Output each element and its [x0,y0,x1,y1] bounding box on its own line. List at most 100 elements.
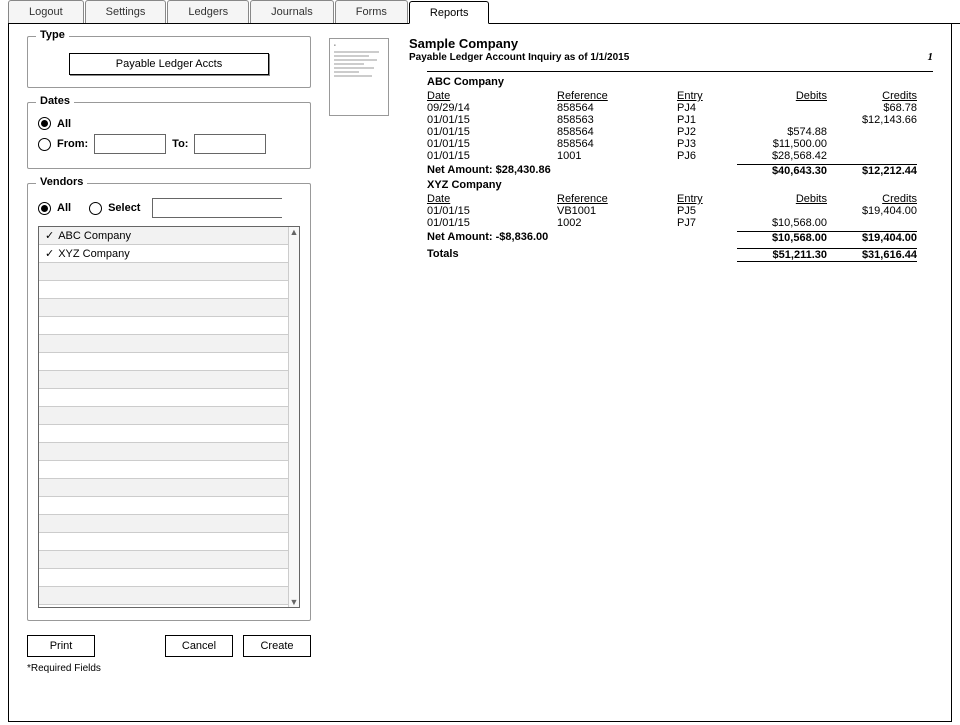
cell-entry: PJ1 [677,114,737,126]
cell-reference: 1001 [557,150,677,162]
vendor-row-empty [39,263,299,281]
col-date-header: Date [427,193,557,205]
tab-journals[interactable]: Journals [250,0,334,23]
vendor-row-empty [39,443,299,461]
cell-date: 01/01/15 [427,150,557,162]
report-net-row: Net Amount: -$8,836.00$10,568.00$19,404.… [427,231,933,244]
vendors-group: Vendors All Select ✓ABC Company✓XYZ Comp… [27,183,311,621]
tab-forms[interactable]: Forms [335,0,408,23]
create-button[interactable]: Create [243,635,311,657]
col-date-header: Date [427,90,557,102]
vendor-row[interactable]: ✓ XYZ Company [39,245,299,263]
dates-group: Dates All From: To: [27,102,311,169]
vendor-list[interactable]: ✓ ABC Company ✓ XYZ Company ▲ ▼ [38,226,300,608]
vendor-list-scrollbar[interactable]: ▲ ▼ [288,227,299,607]
col-entry-header: Entry [677,90,737,102]
net-label: Net Amount: $28,430.86 [427,164,737,177]
dates-from-label: From: [57,138,88,150]
vendor-row-empty [39,515,299,533]
cell-credits [827,150,917,162]
tab-settings[interactable]: Settings [85,0,167,23]
vendors-all-radio[interactable] [38,202,51,215]
dates-all-label: All [57,118,71,130]
vendor-name: XYZ Company [58,248,130,260]
report-column-headers: DateReferenceEntryDebitsCredits [427,193,933,205]
vendors-select-radio[interactable] [89,202,102,215]
report-company-title: Sample Company [409,36,933,51]
cell-debits: $28,568.42 [737,150,827,162]
net-label: Net Amount: -$8,836.00 [427,231,737,244]
vendor-name: ABC Company [58,230,131,242]
vendors-group-title: Vendors [36,176,87,188]
cell-reference: 858564 [557,138,677,150]
report-data-row: 01/01/151001PJ6$28,568.42 [427,150,933,162]
report-data-row: 09/29/14858564PJ4 $68.78 [427,102,933,114]
vendor-row-empty [39,479,299,497]
vendor-search-box[interactable] [152,198,282,218]
vendor-row-empty [39,317,299,335]
totals-credits: $31,616.44 [827,248,917,262]
cell-date: 01/01/15 [427,205,557,217]
type-select-button[interactable]: Payable Ledger Accts [69,53,269,75]
col-debits-header: Debits [737,193,827,205]
vendor-row[interactable]: ✓ ABC Company [39,227,299,245]
vendor-row-empty [39,605,299,608]
report-subtitle: Payable Ledger Account Inquiry as of 1/1… [409,52,928,63]
cell-debits [737,102,827,114]
tab-reports[interactable]: Reports [409,1,490,24]
col-ref-header: Reference [557,193,677,205]
page-thumbnail[interactable]: ■ [329,38,389,116]
cell-entry: PJ2 [677,126,737,138]
totals-label: Totals [427,248,557,262]
cell-reference: 858564 [557,102,677,114]
col-credits-header: Credits [827,193,917,205]
dates-to-label: To: [172,138,188,150]
col-ref-header: Reference [557,90,677,102]
cell-entry: PJ5 [677,205,737,217]
dates-from-radio[interactable] [38,138,51,151]
tab-bar: Logout Settings Ledgers Journals Forms R… [8,0,960,24]
cell-date: 09/29/14 [427,102,557,114]
cell-credits [827,126,917,138]
cell-reference: VB1001 [557,205,677,217]
tab-logout[interactable]: Logout [8,0,84,23]
cell-entry: PJ3 [677,138,737,150]
vendor-search-input[interactable] [159,199,301,217]
net-credits: $19,404.00 [827,231,917,244]
check-icon: ✓ [45,247,54,260]
vendor-row-empty [39,389,299,407]
report-net-row: Net Amount: $28,430.86$40,643.30$12,212.… [427,164,933,177]
cell-credits [827,217,917,229]
report-data-row: 01/01/151002PJ7$10,568.00 [427,217,933,229]
page-thumbnail-column: ■ [329,34,409,711]
vendor-row-empty [39,371,299,389]
cell-entry: PJ4 [677,102,737,114]
totals-debits: $51,211.30 [737,248,827,262]
vendor-row-empty [39,497,299,515]
col-credits-header: Credits [827,90,917,102]
dates-all-radio[interactable] [38,117,51,130]
vendor-row-empty [39,551,299,569]
cell-credits [827,138,917,150]
check-icon: ✓ [45,229,54,242]
tab-ledgers[interactable]: Ledgers [167,0,249,23]
cell-reference: 1002 [557,217,677,229]
report-data-row: 01/01/15858564PJ3$11,500.00 [427,138,933,150]
cancel-button[interactable]: Cancel [165,635,233,657]
date-from-input[interactable] [94,134,166,154]
date-to-input[interactable] [194,134,266,154]
print-button[interactable]: Print [27,635,95,657]
cell-date: 01/01/15 [427,217,557,229]
cell-credits: $12,143.66 [827,114,917,126]
vendor-row-empty [39,533,299,551]
vendor-row-empty [39,299,299,317]
cell-credits: $68.78 [827,102,917,114]
action-row: Print Cancel Create [27,635,311,657]
scroll-up-icon[interactable]: ▲ [289,227,299,237]
vendors-all-label: All [57,202,71,214]
cell-debits: $11,500.00 [737,138,827,150]
scroll-down-icon[interactable]: ▼ [289,597,299,607]
vendor-row-empty [39,281,299,299]
vendor-row-empty [39,353,299,371]
cell-debits: $10,568.00 [737,217,827,229]
